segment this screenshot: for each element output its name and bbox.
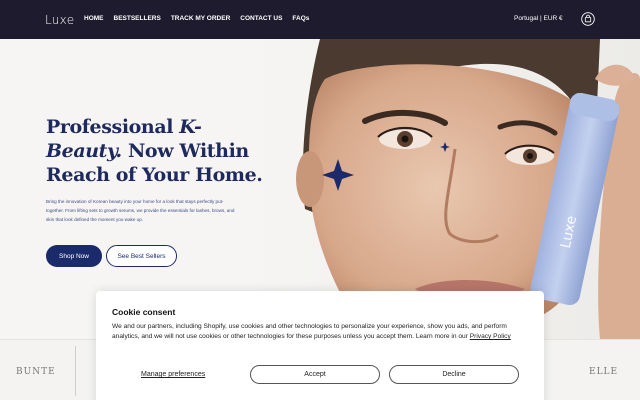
nav-contact-us[interactable]: CONTACT US	[240, 15, 282, 22]
nav-faqs[interactable]: FAQs	[292, 15, 309, 22]
manage-preferences-link[interactable]: Manage preferences	[141, 371, 205, 378]
nav-home[interactable]: HOME	[84, 15, 104, 22]
locale-selector[interactable]: Portugal | EUR €	[514, 15, 563, 22]
hero-title-part1: Professional	[46, 116, 180, 138]
cookie-consent-dialog: Cookie consent We and our partners, incl…	[96, 291, 544, 400]
hero-title: Professional K-Beauty. Now Within Reach …	[46, 115, 266, 187]
brand-logo[interactable]: Luxe	[45, 13, 74, 27]
cookie-body-text: We and our partners, including Shopify, …	[112, 323, 507, 340]
hero-description: Bring the innovation of Korean beauty in…	[46, 199, 235, 222]
press-logo-bunte: BUNTE	[16, 367, 56, 377]
press-divider	[75, 346, 76, 396]
nav-track-order[interactable]: TRACK MY ORDER	[171, 15, 230, 22]
accept-button[interactable]: Accept	[250, 365, 380, 384]
shop-now-button[interactable]: Shop Now	[46, 245, 102, 267]
nav-bestsellers[interactable]: BESTSELLERS	[114, 15, 161, 22]
cookie-title: Cookie consent	[112, 307, 176, 317]
press-logo-elle: ELLE	[589, 367, 619, 377]
cookie-body: We and our partners, including Shopify, …	[112, 322, 532, 342]
privacy-policy-link[interactable]: Privacy Policy	[470, 333, 511, 340]
top-navigation-bar: Luxe HOME BESTSELLERS TRACK MY ORDER CON…	[0, 0, 640, 39]
main-nav: HOME BESTSELLERS TRACK MY ORDER CONTACT …	[84, 15, 319, 22]
shopping-bag-icon[interactable]	[581, 12, 595, 26]
decline-button[interactable]: Decline	[389, 365, 519, 384]
see-best-sellers-button[interactable]: See Best Sellers	[106, 245, 177, 267]
